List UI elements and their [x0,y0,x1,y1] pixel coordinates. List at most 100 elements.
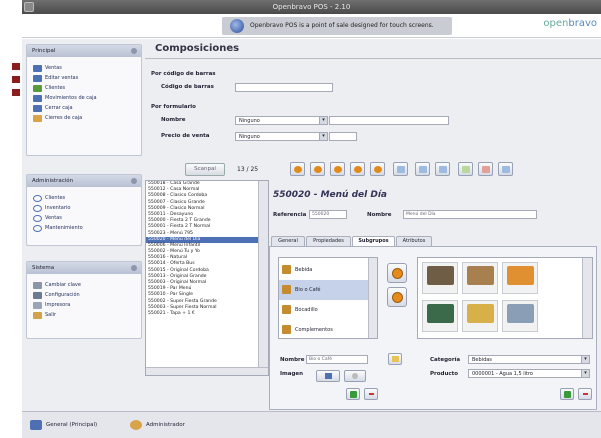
chevron-down-icon: ▾ [319,133,327,140]
price-filter-input[interactable] [329,132,357,141]
name-operator-select[interactable]: Ninguno ▾ [235,116,328,125]
barcode-section-label: Por código de barras [151,71,216,77]
product-thumbnail[interactable] [502,300,538,332]
sidebar-item-cierres[interactable]: Cierres de caja [27,113,141,123]
product-thumbnail[interactable] [502,262,538,294]
refresh-button[interactable] [393,162,408,176]
sidebar-item-admin-clientes[interactable]: Clientes [27,193,141,203]
subgroup-name-input[interactable]: Bio o Café [306,355,368,364]
product-thumbnail[interactable] [422,300,458,332]
name-filter-input[interactable] [329,116,449,125]
subgroup-up-button[interactable] [387,263,407,283]
product-image [427,266,454,285]
search-icon [419,166,427,173]
list-horizontal-scrollbar[interactable] [146,367,268,375]
previous-icon [334,166,342,173]
bag-icon [282,265,291,274]
next-record-button[interactable] [350,162,365,176]
thumbnail-scrollbar[interactable] [582,258,592,338]
product-thumbnail[interactable] [462,300,498,332]
add-product-button[interactable] [560,388,574,400]
subgroup-list[interactable]: Bebida Bio o Café Bocadillo Complementos [278,257,378,339]
chevron-down-icon: ▾ [319,117,327,124]
sort-button[interactable] [435,162,450,176]
composition-list[interactable]: 550018 - Casa Grande 550012 - Casa Normal… [145,180,269,376]
sales-icon [33,64,42,72]
panel-header[interactable]: Administración [27,175,141,187]
status-item-general[interactable]: General (Principal) [30,419,97,431]
delete-record-button[interactable] [478,162,493,176]
product-image [467,304,494,323]
banner-strip: Openbravo POS is a point of sale designe… [222,17,452,35]
reload-button[interactable] [290,162,305,176]
last-icon [374,166,382,173]
tab-propiedades[interactable]: Propiedades [306,236,351,246]
last-record-button[interactable] [370,162,385,176]
window-menu-icon[interactable] [24,2,34,12]
chevron-down-icon: ▾ [581,370,589,377]
panel-header[interactable]: Principal [27,45,141,57]
sidebar-item-editar-ventas[interactable]: Editar ventas [27,73,141,83]
image-label: Imagen [280,371,304,377]
category-label: Categoría [430,357,461,363]
product-name-label: Nombre [367,212,392,218]
list-item[interactable]: Bocadillo [279,300,369,320]
sidebar-item-mantenimiento[interactable]: Mantenimiento [27,223,141,233]
add-icon [564,391,571,398]
sidebar-item-ventas[interactable]: Ventas [27,63,141,73]
subgroup-scrollbar[interactable] [368,258,377,338]
sidebar-item-salir[interactable]: Salir [27,310,141,320]
collapse-icon[interactable] [131,265,137,271]
subgroup-down-button[interactable] [387,287,407,307]
sidebar-item-cerrar-caja[interactable]: Cerrar caja [27,103,141,113]
sidebar-item-clientes[interactable]: Clientes [27,83,141,93]
product-image [507,304,534,323]
product-name-input[interactable]: Menú del Día [403,210,537,219]
barcode-input[interactable] [235,83,333,92]
sidebar-item-cambiar-clave[interactable]: Cambiar clave [27,280,141,290]
remove-product-button[interactable] [578,388,592,400]
list-item[interactable]: 550021 - Tapa + 1 € [146,311,268,317]
sidebar: Principal Ventas Editar ventas Clientes … [22,39,145,411]
panel-header[interactable]: Sistema [27,262,141,274]
remove-subgroup-button[interactable] [364,388,378,400]
sidebar-item-movimientos[interactable]: Movimientos de caja [27,93,141,103]
status-item-user[interactable]: Administrador [130,419,185,431]
sidebar-item-impresora[interactable]: Impresora [27,300,141,310]
image-clear-button[interactable] [344,370,366,382]
image-icon [325,373,332,379]
tab-atributos[interactable]: Atributos [396,236,432,246]
reference-input[interactable]: 550020 [309,210,347,219]
product-thumbnail[interactable] [422,262,458,294]
collapse-icon[interactable] [131,48,137,54]
folder-button[interactable] [388,353,402,365]
category-select[interactable]: Bebidas ▾ [468,355,590,364]
cycle-icon [33,224,42,232]
tab-subgrupos[interactable]: Subgrupos [352,236,395,246]
list-item[interactable]: Bio o Café [279,280,369,300]
sidebar-item-configuracion[interactable]: Configuración [27,290,141,300]
scanpal-button[interactable]: Scanpal [185,163,225,176]
previous-record-button[interactable] [330,162,345,176]
tab-general[interactable]: General [271,236,305,246]
window-titlebar: Openbravo POS - 2.10 [22,0,601,14]
status-bar: General (Principal) Administrador [22,411,601,438]
collapse-icon[interactable] [131,178,137,184]
add-subgroup-button[interactable] [346,388,360,400]
save-record-button[interactable] [498,162,513,176]
first-record-button[interactable] [310,162,325,176]
refresh-icon [397,166,405,173]
image-select-button[interactable] [316,370,340,382]
list-vertical-scrollbar[interactable] [258,181,268,367]
bag-icon [282,285,291,294]
sidebar-item-admin-ventas[interactable]: Ventas [27,213,141,223]
search-button[interactable] [415,162,430,176]
up-icon [392,268,403,279]
new-record-button[interactable] [458,162,473,176]
price-operator-select[interactable]: Ninguno ▾ [235,132,328,141]
product-thumbnail[interactable] [462,262,498,294]
list-item[interactable]: Bebida [279,260,369,280]
sidebar-item-inventario[interactable]: Inventario [27,203,141,213]
list-item[interactable]: Complementos [279,320,369,338]
product-select[interactable]: 0000001 - Agua 1,5 litro ▾ [468,369,590,378]
